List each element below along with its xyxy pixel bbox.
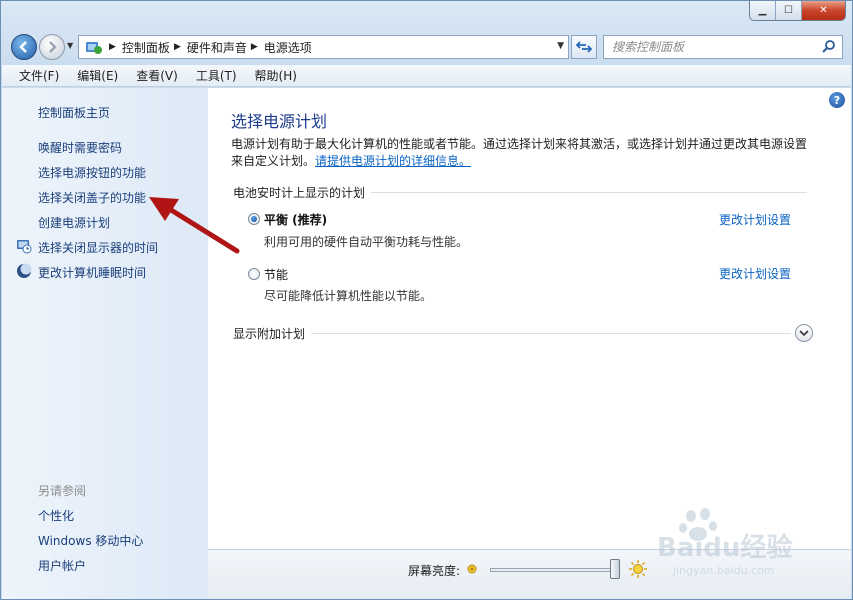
- recent-pages-button[interactable]: ▼: [67, 41, 73, 50]
- plan-power-saver-description: 尽可能降低计算机性能以节能。: [264, 289, 433, 303]
- plans-group-header: 电池安时计上显示的计划: [233, 185, 807, 200]
- sidebar-link-display-off-time[interactable]: 选择关闭显示器的时间: [38, 239, 158, 256]
- monitor-clock-icon: [17, 240, 32, 254]
- sidebar-link-sleep-time[interactable]: 更改计算机睡眠时间: [38, 264, 146, 281]
- menu-edit[interactable]: 编辑(E): [68, 67, 127, 84]
- plan-balanced-name[interactable]: 平衡 (推荐): [264, 211, 327, 228]
- page-description: 电源计划有助于最大化计算机的性能或者节能。通过选择计划来将其激活，或选择计划并通…: [231, 136, 811, 170]
- annotation-arrow-icon: [149, 197, 240, 254]
- maximize-button[interactable]: ☐: [776, 1, 802, 20]
- sidebar-link-mobility-center[interactable]: Windows 移动中心: [38, 532, 143, 549]
- minimize-button[interactable]: ▁: [750, 1, 776, 20]
- breadcrumb-power-options[interactable]: 电源选项: [264, 39, 312, 56]
- watermark-line1: Baidu经验: [657, 532, 792, 563]
- main-content: ? 选择电源计划 电源计划有助于最大化计算机的性能或者节能。通过选择计划来将其激…: [208, 88, 851, 549]
- menu-view[interactable]: 查看(V): [127, 67, 187, 84]
- address-history-dropdown[interactable]: ▼: [557, 41, 564, 51]
- sidebar-link-user-accounts[interactable]: 用户帐户: [38, 557, 86, 574]
- watermark-line2: jingyan.baidu.com: [672, 564, 775, 577]
- menu-help[interactable]: 帮助(H): [246, 67, 306, 84]
- show-additional-plans-row[interactable]: 显示附加计划: [233, 324, 813, 342]
- plans-group-label: 电池安时计上显示的计划: [233, 185, 366, 200]
- refresh-icon: [576, 41, 592, 53]
- menu-tools[interactable]: 工具(T): [187, 67, 246, 84]
- sidebar-link-power-button[interactable]: 选择电源按钮的功能: [38, 164, 146, 181]
- sidebar-link-lid-close[interactable]: 选择关闭盖子的功能: [38, 189, 146, 206]
- plan-power-saver-name[interactable]: 节能: [264, 266, 288, 283]
- divider: [311, 332, 791, 334]
- sidebar-link-wake-password[interactable]: 唤醒时需要密码: [38, 139, 122, 156]
- baidu-jingyan-watermark: Baidu经验 jingyan.baidu.com: [657, 508, 792, 577]
- close-button[interactable]: ✕: [802, 1, 845, 20]
- address-bar[interactable]: ▶ 控制面板 ▶ 硬件和声音 ▶ 电源选项 ▼: [78, 35, 569, 59]
- navigation-row: ▼ ▶ 控制面板 ▶ 硬件和声音 ▶ 电源选项 ▼: [1, 29, 852, 63]
- breadcrumb-separator-icon: ▶: [109, 42, 116, 52]
- menu-file[interactable]: 文件(F): [10, 67, 68, 84]
- plan-balanced-description: 利用可用的硬件自动平衡功耗与性能。: [264, 235, 469, 249]
- plan-info-link[interactable]: 请提供电源计划的详细信息。: [315, 154, 471, 168]
- show-additional-plans-label[interactable]: 显示附加计划: [233, 325, 311, 342]
- breadcrumb-hardware-sound[interactable]: 硬件和声音: [187, 39, 247, 56]
- brightness-low-icon: [467, 564, 477, 574]
- help-button[interactable]: ?: [829, 92, 845, 108]
- sidebar-link-create-plan[interactable]: 创建电源计划: [38, 214, 110, 231]
- breadcrumb-separator-icon: ▶: [173, 42, 181, 52]
- help-icon: ?: [833, 93, 841, 107]
- plan-balanced-change-settings-link[interactable]: 更改计划设置: [719, 211, 791, 228]
- search-icon[interactable]: [822, 39, 836, 56]
- brightness-slider-track[interactable]: [490, 568, 615, 572]
- arrow-right-icon: [49, 41, 57, 53]
- chevron-down-icon: [799, 330, 809, 337]
- breadcrumb-control-panel[interactable]: 控制面板: [122, 39, 170, 56]
- see-also-heading: 另请参阅: [38, 484, 87, 498]
- brightness-label: 屏幕亮度:: [408, 564, 461, 578]
- breadcrumb-separator-icon: ▶: [250, 42, 258, 52]
- page-title: 选择电源计划: [231, 112, 328, 131]
- plan-balanced-radio[interactable]: [248, 213, 260, 225]
- back-button[interactable]: [11, 34, 37, 60]
- plan-power-saver-change-settings-link[interactable]: 更改计划设置: [719, 265, 791, 282]
- brightness-high-icon: [629, 560, 647, 578]
- power-options-window: ▁ ☐ ✕ ▼ ▶ 控制面板 ▶ 硬件和声音 ▶ 电源选项 ▼ 搜索控制面板 文…: [0, 0, 853, 600]
- search-input[interactable]: [612, 40, 822, 54]
- arrow-left-icon: [19, 41, 27, 53]
- control-panel-icon: [83, 39, 105, 55]
- sidebar-link-control-panel-home[interactable]: 控制面板主页: [38, 104, 110, 121]
- refresh-button[interactable]: [571, 35, 597, 59]
- search-box[interactable]: [603, 35, 843, 59]
- sidebar: 控制面板主页 唤醒时需要密码 选择电源按钮的功能 选择关闭盖子的功能 创建电源计…: [2, 88, 208, 599]
- moon-icon: [17, 263, 32, 278]
- forward-button[interactable]: [39, 34, 65, 60]
- divider: [371, 191, 807, 193]
- plan-power-saver-radio[interactable]: [248, 268, 260, 280]
- menu-bar: 文件(F) 编辑(E) 查看(V) 工具(T) 帮助(H): [2, 65, 851, 87]
- expand-button[interactable]: [795, 324, 813, 342]
- caption-buttons: ▁ ☐ ✕: [749, 1, 846, 21]
- brightness-slider-thumb[interactable]: [610, 559, 620, 579]
- sidebar-link-personalization[interactable]: 个性化: [38, 507, 74, 524]
